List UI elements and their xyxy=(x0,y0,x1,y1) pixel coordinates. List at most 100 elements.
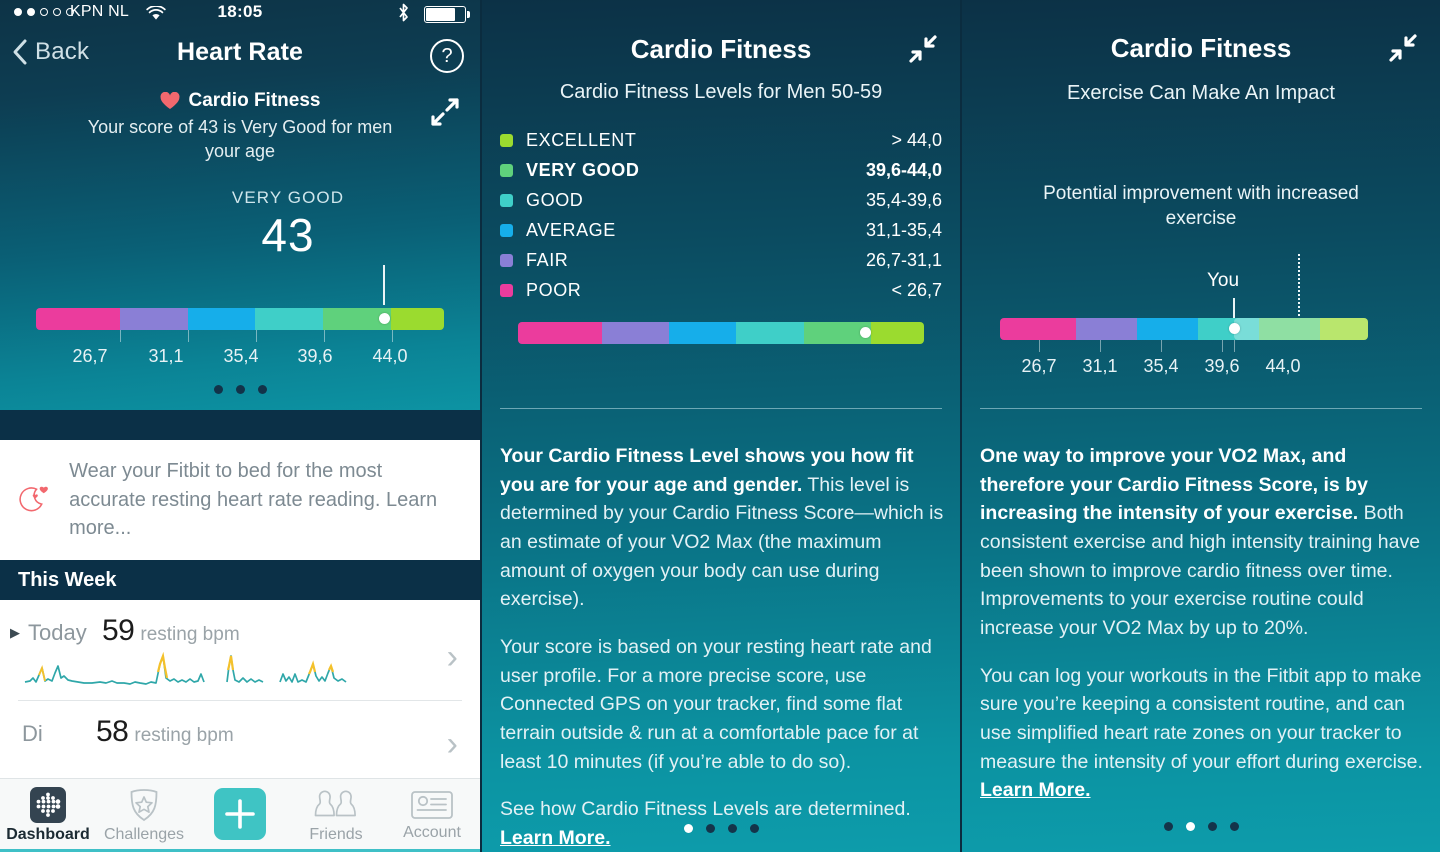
tab-add[interactable] xyxy=(192,788,288,843)
week-row-day: Today xyxy=(28,620,87,645)
carousel-dot[interactable] xyxy=(213,385,223,394)
panel-cardio-fitness-levels: Cardio Fitness Cardio Fitness Levels for… xyxy=(482,0,960,852)
gauge-segment-average xyxy=(187,308,256,330)
status-bar: KPN NL 18:05 xyxy=(0,0,480,28)
legend-row-good: GOOD 35,4-39,6 xyxy=(500,185,942,215)
gauge-tick-0: 26,7 xyxy=(72,346,108,366)
week-row-di[interactable]: Di 58 resting bpm › xyxy=(0,701,480,771)
legend-swatch-average xyxy=(500,223,513,237)
week-row-day: Di xyxy=(22,721,43,746)
panel3-divider xyxy=(980,408,1422,409)
potential-improvement-highlight xyxy=(1234,318,1368,340)
panel-heart-rate: KPN NL 18:05 Back Heart Rate ? Cardio Fi… xyxy=(0,0,480,852)
legend-range: > 44,0 xyxy=(891,129,942,150)
legend-row-excellent: EXCELLENT > 44,0 xyxy=(500,125,942,155)
hero-section: KPN NL 18:05 Back Heart Rate ? Cardio Fi… xyxy=(0,0,480,410)
week-row-unit: resting bpm xyxy=(140,624,240,645)
tab-friends-label: Friends xyxy=(309,826,363,843)
card-title: Cardio Fitness xyxy=(188,90,321,111)
gauge-segment-good xyxy=(255,308,324,330)
tab-dashboard-label: Dashboard xyxy=(6,826,90,843)
tab-dashboard[interactable]: Dashboard xyxy=(0,787,96,844)
carousel-dot-active[interactable] xyxy=(235,385,245,394)
help-button-label: ? xyxy=(441,44,453,67)
panel3-paragraph-2-text: You can log your workouts in the Fitbit … xyxy=(980,664,1423,773)
gauge-marker-knob xyxy=(379,313,390,324)
chevron-right-icon[interactable]: › xyxy=(447,725,458,764)
triangle-right-icon[interactable]: ▶ xyxy=(10,625,20,641)
bottom-tab-bar: Dashboard Challenges Friends Account xyxy=(0,778,480,852)
heart-rate-sparkline xyxy=(24,652,347,685)
sleep-tip-card[interactable]: Wear your Fitbit to bed for the most acc… xyxy=(0,440,480,560)
legend-name: VERY GOOD xyxy=(526,159,640,180)
chevron-right-icon[interactable]: › xyxy=(447,638,458,677)
cardio-levels-legend: EXCELLENT > 44,0 VERY GOOD 39,6-44,0 GOO… xyxy=(500,125,942,305)
collapse-icon[interactable] xyxy=(908,34,938,69)
gauge-segment-fair xyxy=(1075,318,1137,340)
gauge-tick-1: 31,1 xyxy=(1082,356,1118,376)
gauge-tick-4: 44,0 xyxy=(1265,356,1301,376)
gauge-segment-poor xyxy=(36,308,121,330)
gauge-tick-3: 39,6 xyxy=(297,346,333,366)
tab-account[interactable]: Account xyxy=(384,789,480,842)
legend-row-average: AVERAGE 31,1-35,4 xyxy=(500,215,942,245)
legend-range: 26,7-31,1 xyxy=(865,249,942,270)
legend-swatch-fair xyxy=(500,253,513,267)
carousel-dot[interactable] xyxy=(727,824,737,833)
week-row-unit: resting bpm xyxy=(134,725,234,746)
panel-exercise-impact: Cardio Fitness Exercise Can Make An Impa… xyxy=(962,0,1440,852)
carousel-dot[interactable] xyxy=(1207,822,1217,831)
card-subtitle: Your score of 43 is Very Good for men yo… xyxy=(87,117,393,162)
gauge-tick-4: 44,0 xyxy=(372,346,408,366)
moon-heart-icon xyxy=(19,486,48,512)
carousel-dot[interactable] xyxy=(1163,822,1173,831)
week-row-value: 59 xyxy=(102,614,135,647)
panel2-gauge-marker-knob xyxy=(860,327,871,338)
gauge-segment-poor xyxy=(518,322,602,344)
legend-row-very-good: VERY GOOD 39,6-44,0 xyxy=(500,155,942,185)
gauge-segment-poor xyxy=(1000,318,1076,340)
carousel-dots-panel2[interactable] xyxy=(482,824,960,833)
carousel-dots-panel1[interactable] xyxy=(0,385,480,394)
panel3-body: One way to improve your VO2 Max, and the… xyxy=(980,442,1424,824)
gauge-tick-1: 31,1 xyxy=(148,346,184,366)
gauge-segment-fair xyxy=(120,308,188,330)
legend-name: AVERAGE xyxy=(526,219,616,240)
gauge-tick-0: 26,7 xyxy=(1021,356,1057,376)
tab-challenges[interactable]: Challenges xyxy=(96,787,192,844)
panel3-gauge-ticks xyxy=(1000,340,1368,352)
legend-swatch-poor xyxy=(500,283,513,297)
carousel-dot-active[interactable] xyxy=(683,824,693,833)
tab-account-label: Account xyxy=(403,824,461,841)
page-title: Heart Rate xyxy=(176,38,304,66)
tab-friends[interactable]: Friends xyxy=(288,787,384,844)
carousel-dot-active[interactable] xyxy=(1185,822,1195,831)
week-row-today[interactable]: ▶ Today 59 resting bpm › xyxy=(0,600,480,700)
expand-icon[interactable] xyxy=(430,97,460,132)
carousel-dots-panel3[interactable] xyxy=(962,822,1440,831)
panel2-divider xyxy=(500,408,942,409)
legend-name: POOR xyxy=(526,279,582,300)
carousel-dot[interactable] xyxy=(705,824,715,833)
legend-swatch-very-good xyxy=(500,163,513,177)
legend-swatch-excellent xyxy=(500,133,513,147)
battery-icon xyxy=(424,6,470,23)
fitbit-dots-icon xyxy=(30,787,66,823)
panel3-learn-more-link[interactable]: Learn More. xyxy=(980,779,1091,801)
heart-icon xyxy=(160,92,179,109)
carousel-dot[interactable] xyxy=(1229,822,1239,831)
gauge-tick-2: 35,4 xyxy=(223,346,259,366)
legend-row-poor: POOR < 26,7 xyxy=(500,275,942,305)
tab-challenges-label: Challenges xyxy=(103,826,185,843)
legend-name: EXCELLENT xyxy=(526,129,637,150)
help-button[interactable]: ? xyxy=(430,39,464,73)
collapse-icon[interactable] xyxy=(1388,33,1418,68)
legend-row-fair: FAIR 26,7-31,1 xyxy=(500,245,942,275)
nav-bar: Back Heart Rate ? xyxy=(0,28,480,84)
gauge-segment-fair xyxy=(601,322,670,344)
carousel-dot[interactable] xyxy=(257,385,267,394)
gauge-segment-good xyxy=(736,322,804,344)
panel2-subtitle: Cardio Fitness Levels for Men 50-59 xyxy=(559,81,883,103)
legend-swatch-good xyxy=(500,193,513,207)
carousel-dot[interactable] xyxy=(749,824,759,833)
